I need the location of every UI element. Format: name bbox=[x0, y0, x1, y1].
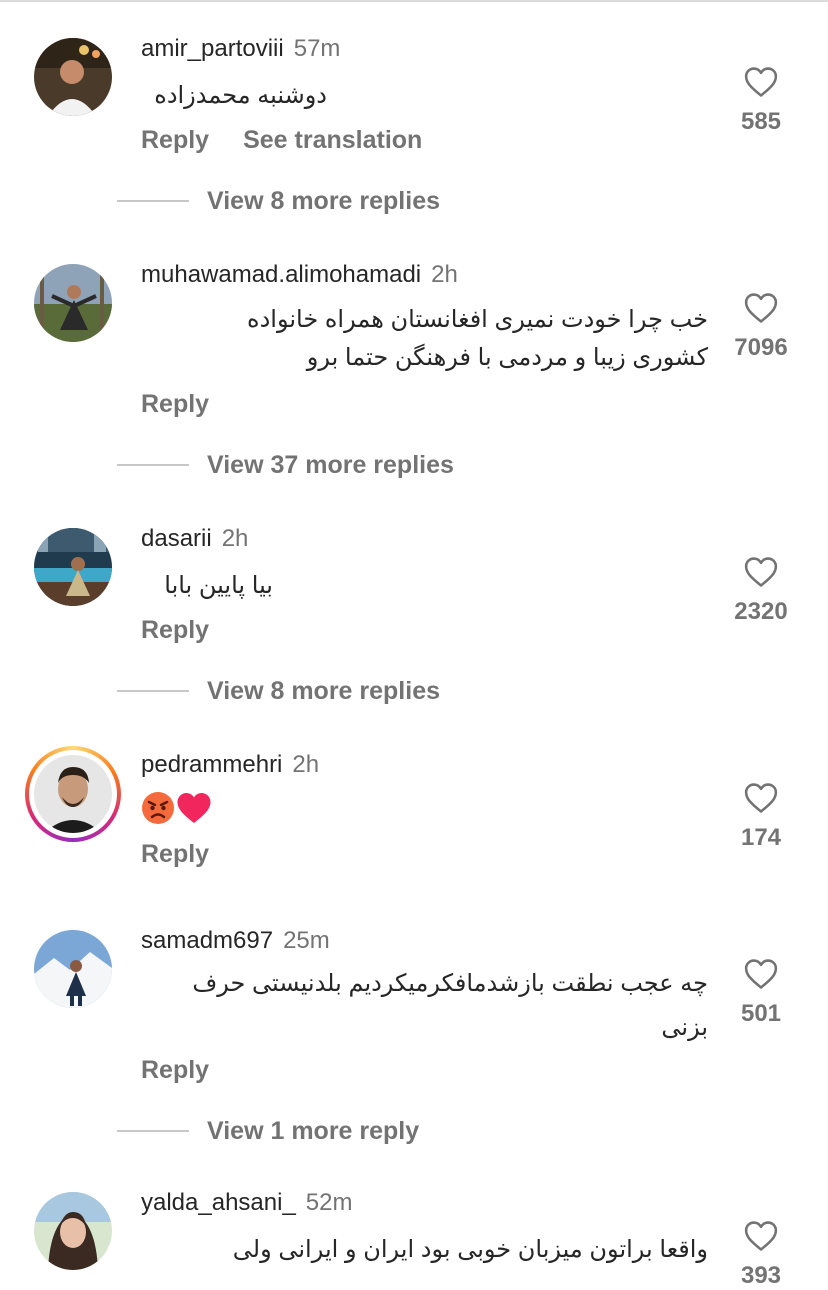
timestamp: 25m bbox=[283, 927, 330, 954]
like-button[interactable]: 501 bbox=[714, 958, 808, 1028]
top-divider bbox=[0, 0, 828, 2]
heart-icon bbox=[744, 783, 778, 813]
like-button[interactable]: 2320 bbox=[714, 556, 808, 626]
view-more-replies[interactable]: View 8 more replies bbox=[117, 186, 440, 216]
timestamp: 2h bbox=[431, 261, 458, 288]
timestamp: 2h bbox=[221, 525, 249, 552]
comment-text: کشوری زیبا و مردمی با فرهنگن حتما برو bbox=[306, 344, 708, 371]
avatar[interactable] bbox=[34, 264, 112, 342]
comment-text: بزنی bbox=[661, 1014, 708, 1041]
angry-face-emoji bbox=[142, 792, 174, 824]
like-count: 2320 bbox=[734, 598, 788, 625]
replies-rule bbox=[117, 464, 189, 466]
view-more-label: View 8 more replies bbox=[207, 186, 440, 215]
username[interactable]: dasarii bbox=[141, 525, 212, 552]
like-count: 174 bbox=[740, 824, 782, 851]
avatar bbox=[34, 755, 112, 833]
replies-rule bbox=[117, 200, 189, 202]
view-more-label: View 37 more replies bbox=[207, 450, 454, 479]
like-button[interactable]: 7096 bbox=[714, 292, 808, 362]
timestamp: 2h bbox=[292, 751, 320, 778]
view-more-replies[interactable]: View 8 more replies bbox=[117, 676, 440, 706]
heart-emoji bbox=[177, 793, 211, 823]
avatar[interactable] bbox=[34, 1192, 112, 1270]
comment-header: amir_partoviii 57m bbox=[141, 34, 340, 64]
comment-header: samadm697 25m bbox=[141, 926, 330, 956]
heart-icon bbox=[744, 1221, 778, 1251]
comment-header: pedrammehri 2h bbox=[141, 750, 319, 780]
see-translation-button[interactable]: See translation bbox=[243, 126, 422, 154]
like-count: 585 bbox=[740, 108, 782, 135]
like-button[interactable]: 174 bbox=[714, 782, 808, 852]
replies-rule bbox=[117, 1130, 189, 1132]
username[interactable]: amir_partoviii bbox=[141, 35, 284, 62]
view-more-replies[interactable]: View 37 more replies bbox=[117, 450, 454, 480]
username[interactable]: samadm697 bbox=[141, 927, 273, 954]
comment-header: muhawamad.alimohamadi 2h bbox=[141, 260, 458, 290]
username[interactable]: yalda_ahsani_ bbox=[141, 1189, 296, 1216]
heart-icon bbox=[744, 557, 778, 587]
comment-text: واقعا براتون میزبان خوبی بود ایران و ایر… bbox=[232, 1236, 708, 1263]
avatar[interactable] bbox=[34, 38, 112, 116]
timestamp: 57m bbox=[293, 35, 341, 62]
comment-text: خب چرا خودت نمیری افغانستان همراه خانواد… bbox=[247, 306, 708, 333]
comment-header: dasarii 2h bbox=[141, 524, 248, 554]
heart-icon bbox=[744, 959, 778, 989]
username[interactable]: pedrammehri bbox=[141, 751, 282, 778]
reply-button[interactable]: Reply bbox=[141, 1056, 209, 1084]
reply-button[interactable]: Reply bbox=[141, 126, 209, 154]
story-ring[interactable] bbox=[25, 746, 121, 842]
view-more-replies[interactable]: View 1 more reply bbox=[117, 1116, 419, 1146]
view-more-label: View 8 more replies bbox=[207, 676, 440, 705]
avatar[interactable] bbox=[34, 930, 112, 1008]
heart-icon bbox=[744, 67, 778, 97]
replies-rule bbox=[117, 690, 189, 692]
comment-header: yalda_ahsani_ 52m bbox=[141, 1188, 352, 1218]
timestamp: 52m bbox=[305, 1189, 353, 1216]
like-count: 393 bbox=[740, 1262, 782, 1289]
comment-text: دوشنبه محمدزاده bbox=[154, 82, 327, 109]
comment-text: بیا پایین بابا bbox=[164, 572, 273, 599]
like-count: 501 bbox=[740, 1000, 782, 1027]
comment-text bbox=[140, 790, 212, 826]
reply-button[interactable]: Reply bbox=[141, 390, 209, 418]
view-more-label: View 1 more reply bbox=[207, 1116, 420, 1145]
reply-button[interactable]: Reply bbox=[141, 616, 209, 644]
heart-icon bbox=[744, 293, 778, 323]
avatar[interactable] bbox=[34, 528, 112, 606]
reply-button[interactable]: Reply bbox=[141, 840, 209, 868]
like-count: 7096 bbox=[734, 334, 788, 361]
username[interactable]: muhawamad.alimohamadi bbox=[141, 261, 421, 288]
like-button[interactable]: 585 bbox=[714, 66, 808, 136]
comment-text: چه عجب نطقت بازشدمافکرمیکردیم بلدنیستی ح… bbox=[192, 970, 708, 997]
